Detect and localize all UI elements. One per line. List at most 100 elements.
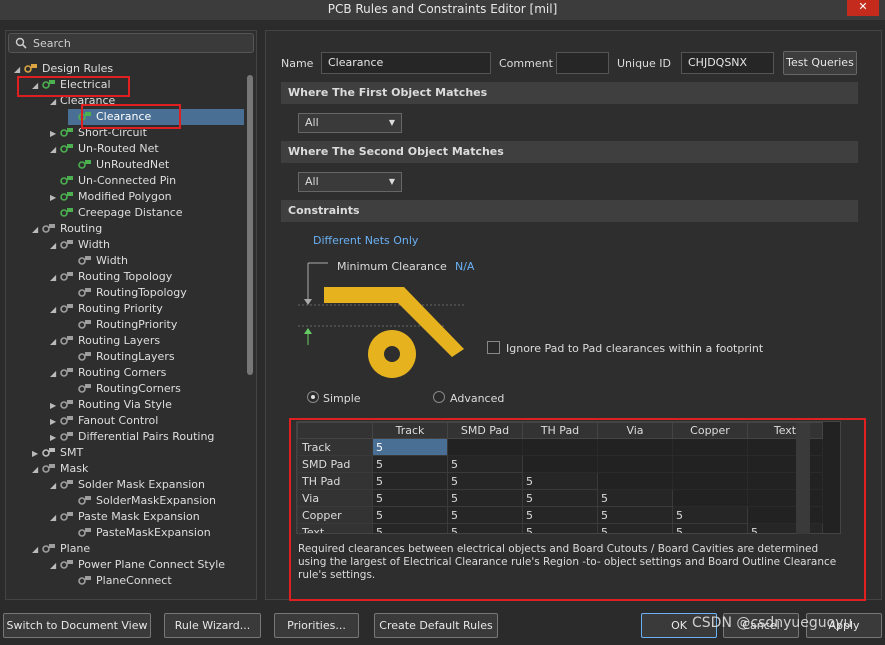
create-default-rules-button[interactable]: Create Default Rules — [374, 613, 498, 638]
tree-item[interactable]: ◢ Routing Corners — [50, 365, 166, 381]
name-field[interactable]: Clearance — [321, 52, 491, 74]
tree-item[interactable]: PlaneConnect — [68, 573, 172, 589]
matrix-cell[interactable]: 5 — [597, 523, 673, 533]
second-match-dropdown[interactable]: All ▼ — [298, 172, 402, 192]
tree-item[interactable]: ▶ Modified Polygon — [50, 189, 172, 205]
expand-arrow-icon[interactable]: ◢ — [50, 334, 60, 350]
expand-arrow-icon[interactable]: ◢ — [50, 478, 60, 494]
matrix-cell[interactable]: 5 — [522, 506, 598, 524]
tree-item[interactable]: RoutingPriority — [68, 317, 177, 333]
tree-item[interactable]: ◢ Design Rules — [14, 61, 113, 77]
tree-item[interactable]: Clearance — [68, 109, 244, 125]
tree-item[interactable]: ◢ Routing Topology — [50, 269, 172, 285]
switch-to-document-view-button[interactable]: Switch to Document View — [3, 613, 151, 638]
nets-mode-link[interactable]: Different Nets Only — [313, 234, 418, 247]
priorities-button[interactable]: Priorities... — [274, 613, 359, 638]
expand-arrow-icon[interactable]: ▶ — [32, 446, 42, 462]
simple-radio[interactable] — [307, 391, 319, 403]
expand-arrow-icon[interactable]: ◢ — [50, 366, 60, 382]
tree-item[interactable]: ◢ Paste Mask Expansion — [50, 509, 200, 525]
tree-item[interactable]: ◢ Un-Routed Net — [50, 141, 159, 157]
tree-item-label: Routing Priority — [78, 302, 163, 315]
tree-item[interactable]: ▶ Short-Circuit — [50, 125, 147, 141]
matrix-cell[interactable]: 5 — [447, 506, 523, 524]
matrix-cell[interactable]: 5 — [597, 489, 673, 507]
tree-item[interactable]: ◢ Width — [50, 237, 110, 253]
expand-arrow-icon[interactable]: ◢ — [32, 462, 42, 478]
tree-item[interactable]: ◢ Routing — [32, 221, 102, 237]
search-box[interactable]: Search — [8, 33, 254, 53]
tree-item-label: SolderMaskExpansion — [96, 494, 217, 507]
tree-item[interactable]: ◢ Plane — [32, 541, 90, 557]
tree-item[interactable]: ▶ SMT — [32, 445, 83, 461]
expand-arrow-icon[interactable]: ▶ — [50, 398, 60, 414]
matrix-cell[interactable]: 5 — [597, 506, 673, 524]
tree-scrollbar[interactable] — [246, 63, 254, 598]
expand-arrow-icon[interactable]: ◢ — [50, 238, 60, 254]
tree-item[interactable]: ◢ Solder Mask Expansion — [50, 477, 205, 493]
matrix-cell[interactable]: 5 — [447, 472, 523, 490]
tree-item-label: PasteMaskExpansion — [96, 526, 211, 539]
tree-item[interactable]: ▶ Fanout Control — [50, 413, 158, 429]
test-queries-button[interactable]: Test Queries — [783, 51, 857, 75]
tree-item[interactable]: RoutingCorners — [68, 381, 181, 397]
expand-arrow-icon[interactable]: ◢ — [50, 510, 60, 526]
expand-arrow-icon[interactable]: ◢ — [32, 542, 42, 558]
ignore-pad-checkbox[interactable] — [487, 341, 500, 354]
tree-item[interactable]: Creepage Distance — [50, 205, 183, 221]
expand-arrow-icon[interactable]: ▶ — [50, 430, 60, 446]
scrollbar-thumb[interactable] — [247, 75, 253, 375]
expand-arrow-icon[interactable]: ◢ — [32, 78, 42, 94]
tree-item[interactable]: PasteMaskExpansion — [68, 525, 211, 541]
matrix-cell[interactable]: 5 — [372, 489, 448, 507]
expand-arrow-icon[interactable]: ▶ — [50, 414, 60, 430]
tree-item[interactable]: ▶ Routing Via Style — [50, 397, 172, 413]
tree-item[interactable]: ◢ Power Plane Connect Style — [50, 557, 225, 573]
tree-item[interactable]: ◢ Mask — [32, 461, 88, 477]
matrix-cell[interactable]: 5 — [447, 523, 523, 533]
expand-arrow-icon[interactable]: ◢ — [50, 142, 60, 158]
close-button[interactable]: ✕ — [847, 0, 879, 16]
matrix-cell[interactable]: 5 — [372, 506, 448, 524]
matrix-cell[interactable]: 5 — [672, 506, 748, 524]
matrix-cell[interactable]: 5 — [672, 523, 748, 533]
matrix-cell[interactable]: 5 — [372, 523, 448, 533]
tree-item[interactable]: Un-Connected Pin — [50, 173, 176, 189]
matrix-cell[interactable]: 5 — [747, 523, 823, 533]
tree-item[interactable]: RoutingLayers — [68, 349, 175, 365]
rule-wizard-button[interactable]: Rule Wizard... — [164, 613, 261, 638]
matrix-cell[interactable]: 5 — [372, 472, 448, 490]
matrix-cell[interactable]: 5 — [447, 455, 523, 473]
matrix-cell[interactable]: 5 — [522, 523, 598, 533]
expand-arrow-icon[interactable]: ▶ — [50, 190, 60, 206]
advanced-radio[interactable] — [433, 391, 445, 403]
tree-item[interactable]: UnRoutedNet — [68, 157, 169, 173]
search-input[interactable]: Search — [33, 37, 71, 50]
tree-item[interactable]: ◢ Electrical — [32, 77, 111, 93]
matrix-cell[interactable]: 5 — [372, 455, 448, 473]
matrix-cell[interactable]: 5 — [447, 489, 523, 507]
matrix-cell-empty — [597, 438, 673, 456]
tree-item[interactable]: RoutingTopology — [68, 285, 187, 301]
tree-item[interactable]: SolderMaskExpansion — [68, 493, 216, 509]
unique-id-field[interactable]: CHJDQSNX — [681, 52, 774, 74]
first-match-dropdown[interactable]: All ▼ — [298, 113, 402, 133]
tree-item[interactable]: Width — [68, 253, 128, 269]
expand-arrow-icon[interactable]: ◢ — [50, 302, 60, 318]
expand-arrow-icon[interactable]: ◢ — [50, 94, 60, 110]
expand-arrow-icon[interactable]: ◢ — [32, 222, 42, 238]
matrix-cell[interactable]: 5 — [522, 472, 598, 490]
expand-arrow-icon[interactable]: ◢ — [50, 558, 60, 574]
expand-arrow-icon[interactable]: ◢ — [14, 62, 24, 78]
matrix-cell[interactable]: 5 — [522, 489, 598, 507]
expand-arrow-icon[interactable]: ◢ — [50, 270, 60, 286]
comment-field[interactable] — [556, 52, 609, 74]
tree-item[interactable]: ◢ Clearance — [50, 93, 115, 109]
tree-item[interactable]: ◢ Routing Priority — [50, 301, 163, 317]
tree-item[interactable]: ◢ Routing Layers — [50, 333, 160, 349]
expand-arrow-icon[interactable]: ▶ — [50, 126, 60, 142]
matrix-scrollbar[interactable] — [796, 423, 810, 534]
min-clearance-value[interactable]: N/A — [455, 260, 474, 273]
tree-item[interactable]: ▶ Differential Pairs Routing — [50, 429, 214, 445]
matrix-cell[interactable]: 5 — [372, 438, 448, 456]
